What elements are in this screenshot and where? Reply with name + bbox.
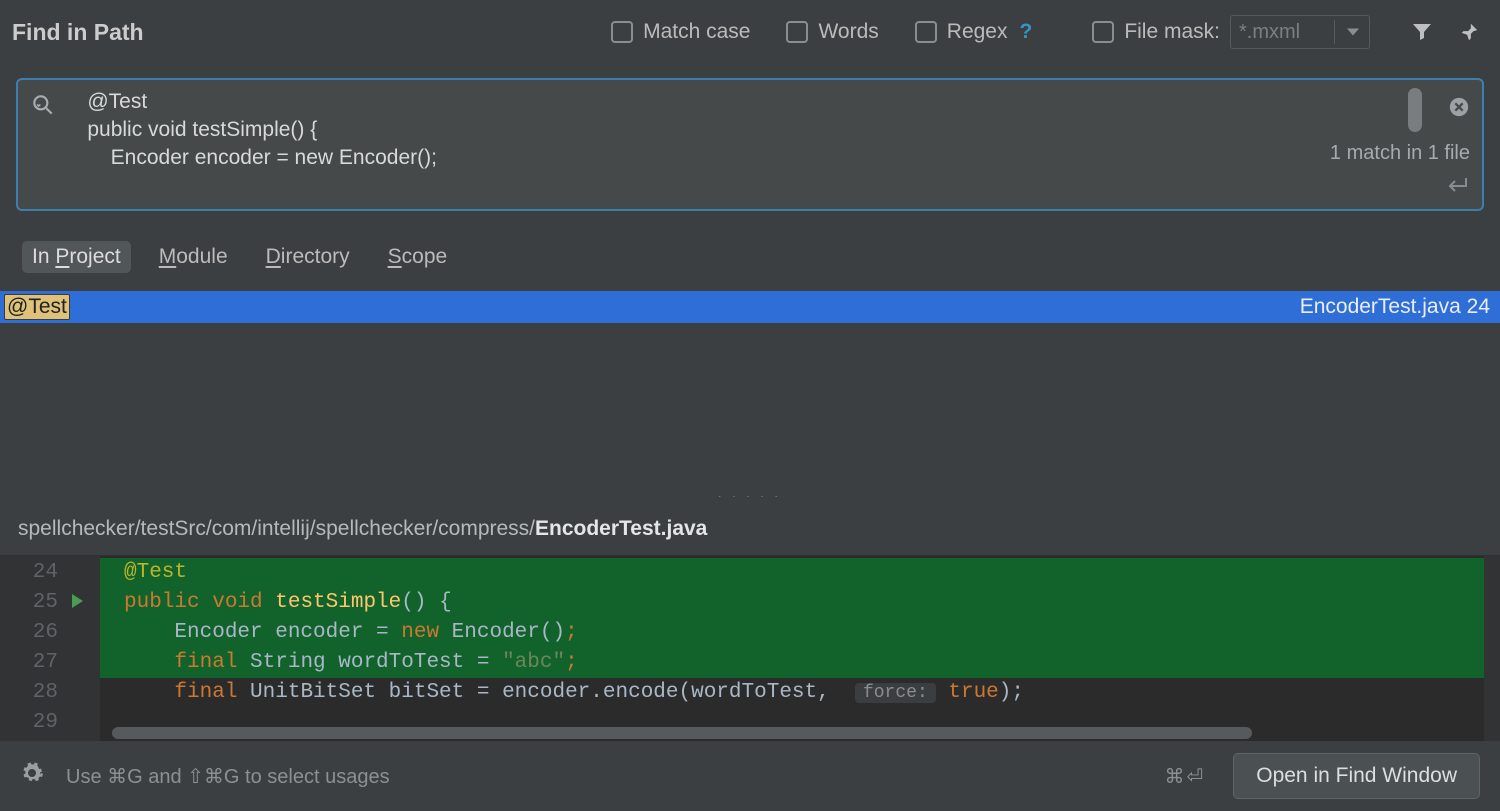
regex-help-icon[interactable]: ? (1019, 20, 1032, 44)
footer-hint: Use ⌘G and ⇧⌘G to select usages (66, 764, 390, 789)
result-line: 24 (1467, 295, 1490, 318)
code-line: final String wordToTest = "abc"; (100, 648, 1500, 678)
code-line: Encoder encoder = new Encoder(); (100, 618, 1500, 648)
param-hint: force: (855, 683, 936, 703)
checkbox-icon (611, 21, 633, 43)
split-drag-handle[interactable]: · · · · · (0, 489, 1500, 503)
line-number: 24 (0, 558, 92, 588)
dialog-header: Find in Path Match case Words Regex ? Fi… (0, 0, 1500, 64)
line-number: 28 (0, 678, 92, 708)
preview-editor[interactable]: 24 25 26 27 28 29 @Test public void test… (0, 556, 1500, 741)
result-file: EncoderTest.java (1300, 295, 1461, 318)
line-number: 26 (0, 618, 92, 648)
result-row[interactable]: @Test EncoderTest.java 24 (0, 291, 1500, 323)
regex-checkbox[interactable]: Regex ? (915, 20, 1033, 44)
preview-path-dir: spellchecker/testSrc/com/intellij/spellc… (18, 517, 535, 540)
words-label: Words (818, 20, 878, 44)
match-case-checkbox[interactable]: Match case (611, 20, 750, 44)
code-area[interactable]: @Test public void testSimple() { Encoder… (100, 556, 1500, 741)
results-list: @Test EncoderTest.java 24 (0, 291, 1500, 489)
scope-tab-scope[interactable]: Scope (378, 241, 458, 273)
chevron-down-icon (1347, 29, 1359, 36)
scope-tab-in-project[interactable]: In Project (22, 241, 131, 273)
file-mask-label: File mask: (1124, 20, 1220, 44)
code-line: final UnitBitSet bitSet = encoder.encode… (100, 678, 1500, 708)
code-line: public void testSimple() { (100, 588, 1500, 618)
scope-tab-directory[interactable]: Directory (256, 241, 360, 273)
checkbox-icon (1092, 21, 1114, 43)
words-checkbox[interactable]: Words (786, 20, 878, 44)
pin-icon[interactable] (1458, 21, 1480, 43)
run-gutter-icon[interactable] (72, 594, 83, 608)
line-number: 27 (0, 648, 92, 678)
gutter: 24 25 26 27 28 29 (0, 556, 100, 741)
horizontal-scrollbar[interactable] (112, 727, 1252, 739)
file-mask-combo[interactable]: *.mxml (1230, 15, 1370, 49)
file-mask-group: File mask: *.mxml (1092, 15, 1370, 49)
search-field[interactable]: @Test public void testSimple() { Encoder… (16, 78, 1484, 211)
dialog-footer: Use ⌘G and ⇧⌘G to select usages ⌘⏎ Open … (0, 741, 1500, 811)
scope-tabs: In Project Module Directory Scope (0, 211, 1500, 291)
preview-path: spellchecker/testSrc/com/intellij/spellc… (0, 503, 1500, 556)
checkbox-icon (786, 21, 808, 43)
result-file-location: EncoderTest.java 24 (1300, 295, 1490, 319)
newline-icon[interactable] (1444, 175, 1470, 201)
regex-label: Regex (947, 20, 1008, 44)
match-case-label: Match case (643, 20, 750, 44)
result-match-highlight: @Test (4, 294, 70, 320)
checkbox-icon (915, 21, 937, 43)
line-number: 29 (0, 708, 92, 738)
filter-icon[interactable] (1410, 20, 1434, 44)
combo-separator (1334, 20, 1335, 44)
clear-icon[interactable] (1448, 96, 1470, 124)
footer-shortcut: ⌘⏎ (1164, 764, 1205, 789)
search-right-gutter: 1 match in 1 file (1330, 86, 1470, 201)
dialog-title: Find in Path (12, 19, 144, 46)
search-query-text[interactable]: @Test public void testSimple() { Encoder… (64, 86, 1330, 174)
code-line: @Test (100, 558, 1500, 588)
open-in-find-window-button[interactable]: Open in Find Window (1233, 753, 1480, 799)
search-scrollbar[interactable] (1408, 88, 1422, 132)
preview-path-file: EncoderTest.java (535, 517, 707, 540)
search-icon[interactable] (30, 86, 64, 118)
match-count-label: 1 match in 1 file (1330, 142, 1470, 165)
file-mask-value: *.mxml (1239, 21, 1300, 44)
file-mask-checkbox[interactable]: File mask: (1092, 20, 1220, 44)
scope-tab-module[interactable]: Module (149, 241, 238, 273)
